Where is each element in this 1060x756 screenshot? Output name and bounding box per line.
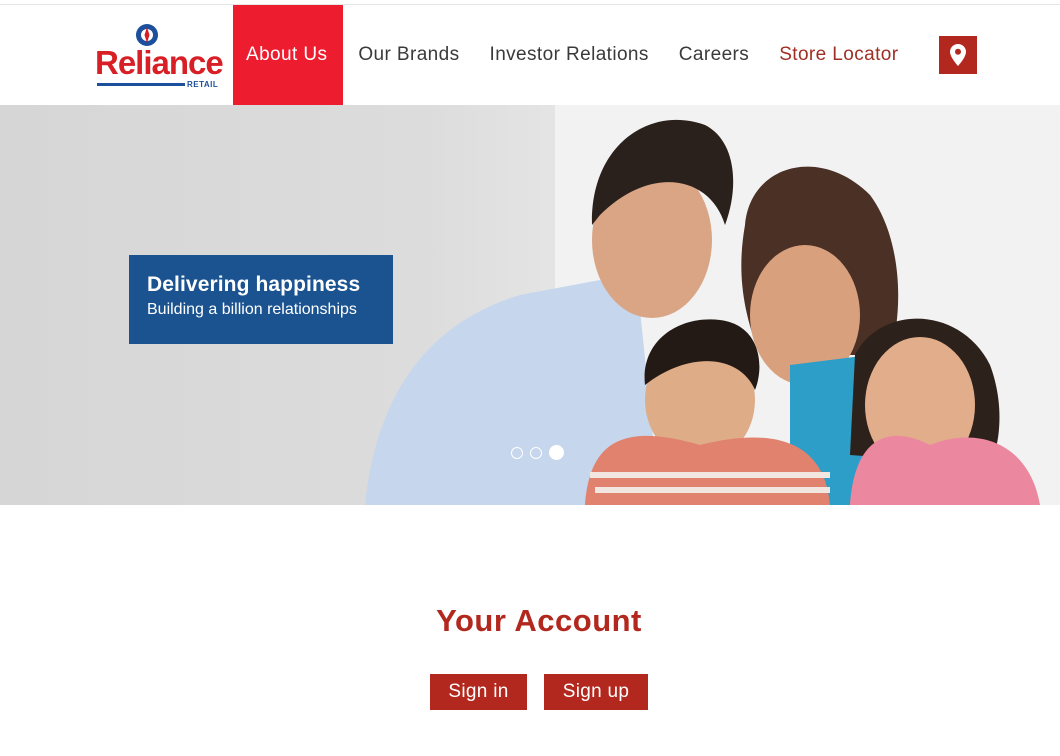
sign-up-button[interactable]: Sign up: [544, 674, 648, 710]
sign-in-button[interactable]: Sign in: [430, 674, 527, 710]
nav-store-locator[interactable]: Store Locator: [764, 5, 913, 105]
nav-about-us[interactable]: About Us: [233, 5, 344, 105]
store-locator-button[interactable]: [939, 36, 977, 74]
logo-underline: [97, 83, 185, 86]
main-nav: About Us Our Brands Investor Relations C…: [233, 5, 913, 105]
hero-subtitle: Building a billion relationships: [147, 301, 357, 318]
nav-investor-relations[interactable]: Investor Relations: [475, 5, 664, 105]
nav-careers[interactable]: Careers: [664, 5, 764, 105]
map-pin-icon: [950, 44, 966, 66]
reliance-retail-logo[interactable]: Reliance RETAIL: [95, 23, 225, 93]
carousel-dot-2[interactable]: [530, 446, 542, 459]
carousel-indicators: [511, 445, 564, 460]
nav-our-brands[interactable]: Our Brands: [343, 5, 474, 105]
logo-subtext: RETAIL: [187, 80, 219, 89]
account-heading: Your Account: [436, 603, 642, 638]
hero-carousel: Delivering happiness Building a billion …: [0, 105, 1060, 505]
carousel-dot-3[interactable]: [549, 445, 564, 460]
hero-caption: Delivering happiness Building a billion …: [129, 255, 393, 344]
site-header: Reliance RETAIL About Us Our Brands Inve…: [0, 5, 1060, 105]
hero-title: Delivering happiness: [147, 273, 361, 296]
carousel-dot-1[interactable]: [511, 446, 523, 459]
logo-wordmark: Reliance: [95, 44, 224, 81]
